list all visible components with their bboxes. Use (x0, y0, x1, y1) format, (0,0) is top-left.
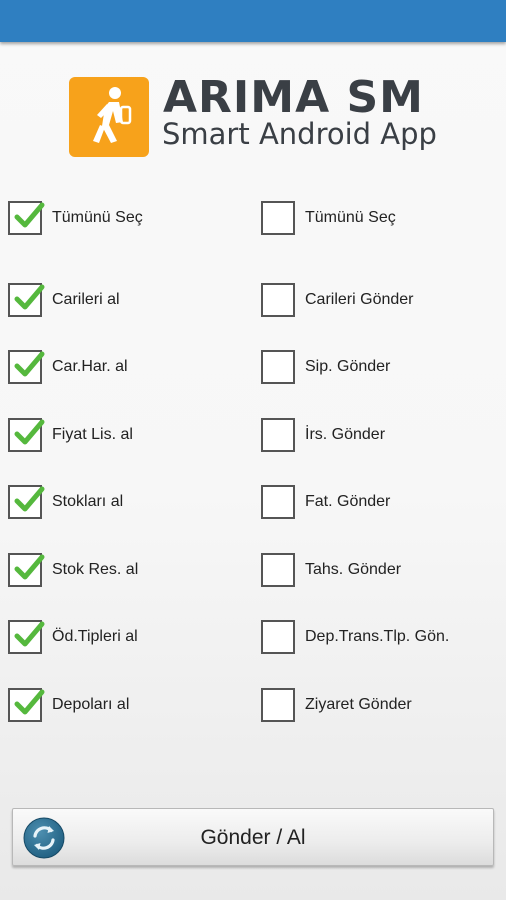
option-row-right[interactable]: Dep.Trans.Tlp. Gön. (261, 617, 449, 657)
checkbox[interactable] (8, 350, 45, 384)
option-row-left[interactable]: Car.Har. al (8, 347, 128, 387)
checkbox-label: Stokları al (52, 493, 124, 510)
checkbox-label: Tümünü Seç (52, 209, 143, 226)
checkbox-label: Tümünü Seç (305, 209, 396, 226)
checkbox-label: Dep.Trans.Tlp. Gön. (305, 628, 450, 645)
checkmark-icon (14, 419, 45, 445)
option-row-right[interactable]: Tümünü Seç (261, 198, 396, 238)
checkbox-label: Öd.Tipleri al (52, 628, 138, 645)
checkbox[interactable] (8, 418, 45, 452)
checkbox-label: Tahs. Gönder (305, 561, 402, 578)
checkbox[interactable] (261, 620, 295, 654)
checkbox[interactable] (8, 283, 45, 317)
checkbox-label: Carileri Gönder (305, 291, 414, 308)
option-row-left[interactable]: Stokları al (8, 482, 123, 522)
checkmark-icon (14, 689, 45, 715)
checkbox-label: Fat. Gönder (305, 493, 391, 510)
option-row-left[interactable]: Fiyat Lis. al (8, 415, 133, 455)
checkmark-icon (14, 284, 45, 310)
option-row-left[interactable]: Carileri al (8, 280, 120, 320)
option-row-right[interactable]: Sip. Gönder (261, 347, 390, 387)
option-row-right[interactable]: Fat. Gönder (261, 482, 390, 522)
checkbox[interactable] (261, 553, 295, 587)
checkbox-label: İrs. Gönder (305, 426, 386, 443)
checkmark-icon (14, 486, 45, 512)
app-title: ARIMA SM (163, 72, 424, 123)
checkbox[interactable] (8, 620, 45, 654)
checkbox-label: Stok Res. al (52, 561, 139, 578)
checkbox[interactable] (8, 485, 45, 519)
option-row-right[interactable]: İrs. Gönder (261, 415, 385, 455)
checkbox-label: Fiyat Lis. al (52, 426, 133, 443)
app-subtitle: Smart Android App (162, 117, 437, 151)
checkbox-label: Car.Har. al (52, 358, 128, 375)
option-row-right[interactable]: Carileri Gönder (261, 280, 413, 320)
checkbox[interactable] (261, 201, 295, 235)
option-row-left[interactable]: Tümünü Seç (8, 198, 143, 238)
walking-person-icon (69, 77, 149, 157)
option-row-left[interactable]: Öd.Tipleri al (8, 617, 138, 657)
checkmark-icon (14, 351, 45, 377)
checkbox[interactable] (261, 418, 295, 452)
checkbox[interactable] (261, 283, 295, 317)
top-app-bar (0, 0, 506, 42)
checkbox[interactable] (8, 688, 45, 722)
checkbox[interactable] (261, 350, 295, 384)
send-receive-button[interactable]: Gönder / Al (12, 808, 494, 866)
checkbox-label: Ziyaret Gönder (305, 696, 412, 713)
option-row-right[interactable]: Tahs. Gönder (261, 550, 401, 590)
checkmark-icon (14, 621, 45, 647)
checkmark-icon (14, 202, 45, 228)
checkbox[interactable] (261, 688, 295, 722)
option-row-right[interactable]: Ziyaret Gönder (261, 685, 412, 725)
checkbox[interactable] (261, 485, 295, 519)
checkbox[interactable] (8, 553, 45, 587)
option-row-left[interactable]: Depoları al (8, 685, 129, 725)
checkbox[interactable] (8, 201, 45, 235)
send-receive-label: Gönder / Al (200, 826, 306, 849)
checkmark-icon (14, 554, 45, 580)
checkbox-label: Sip. Gönder (305, 358, 391, 375)
checkbox-label: Depoları al (52, 696, 130, 713)
checkbox-label: Carileri al (52, 291, 120, 308)
option-row-left[interactable]: Stok Res. al (8, 550, 138, 590)
